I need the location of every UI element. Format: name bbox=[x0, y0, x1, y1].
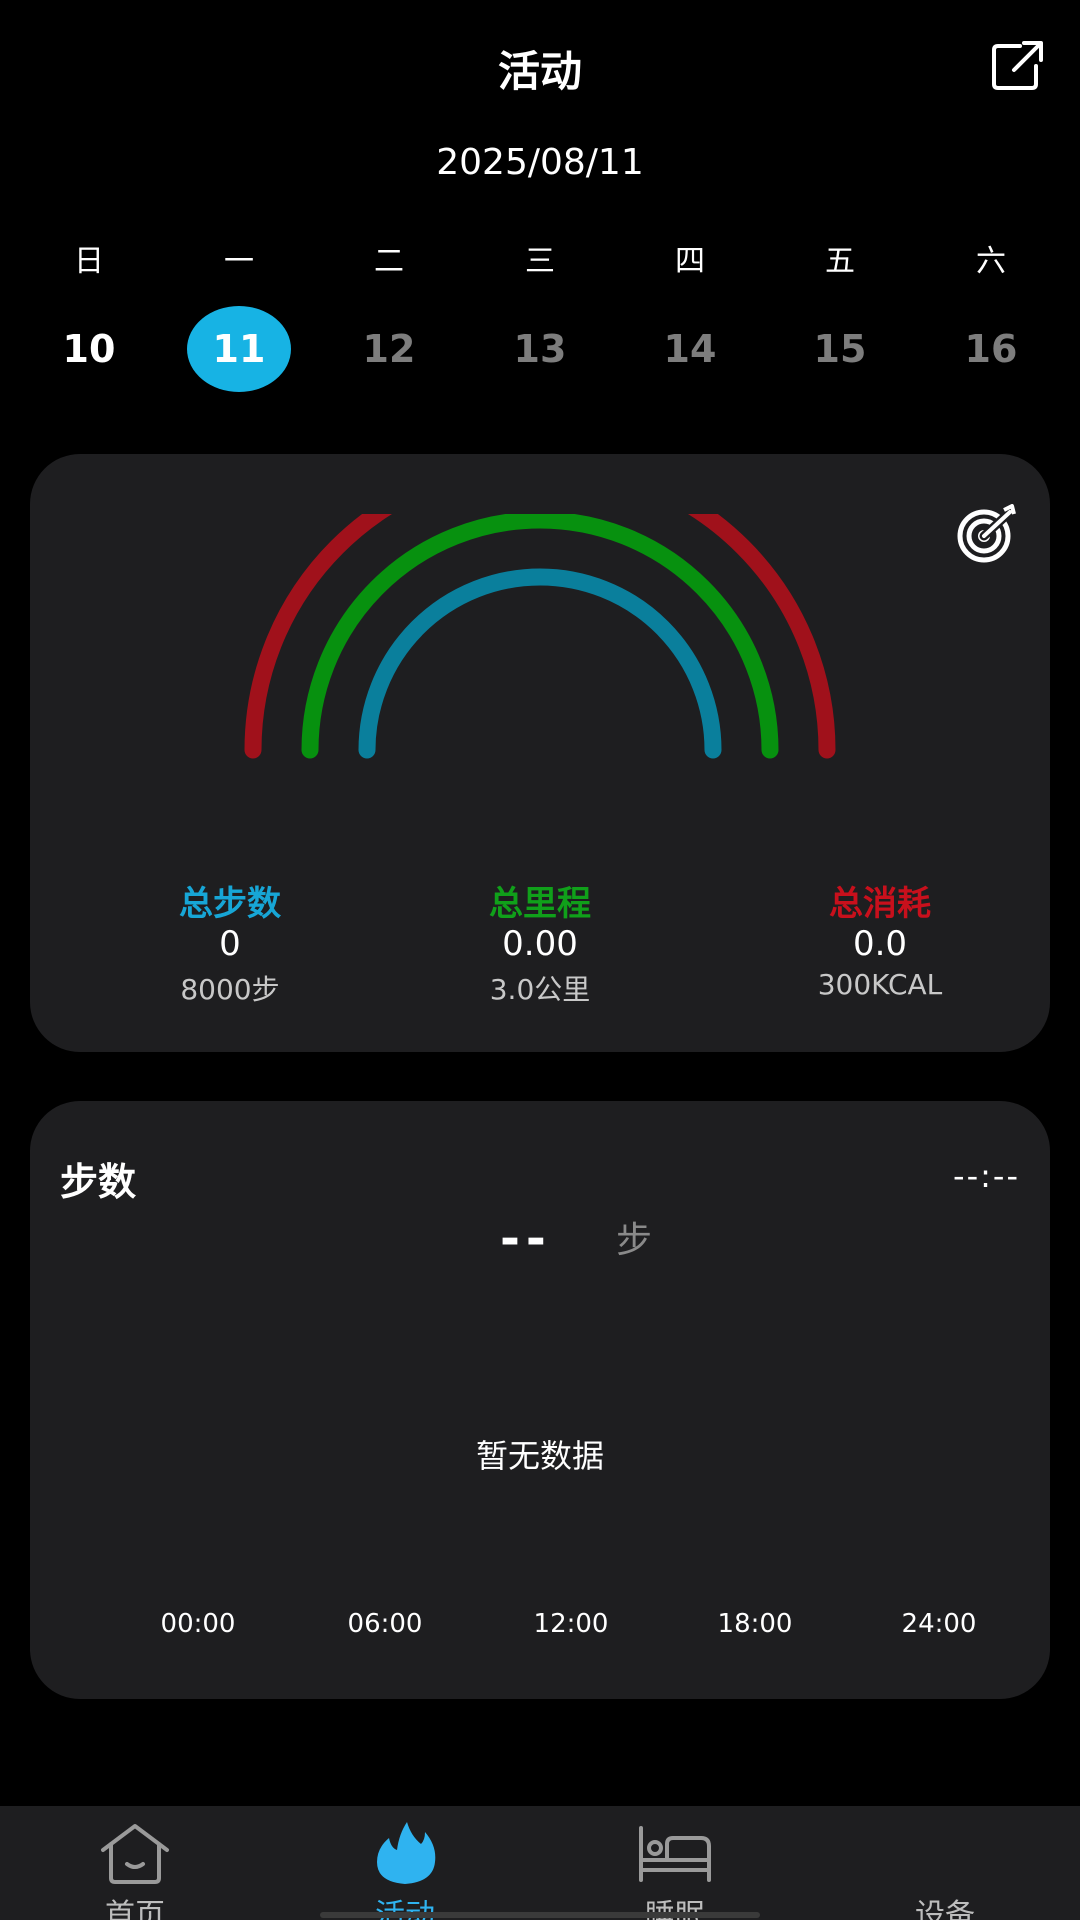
weekday-label: 六 bbox=[976, 244, 1006, 279]
stat-label: 总消耗 bbox=[829, 884, 931, 924]
weekday-label: 日 bbox=[74, 244, 104, 279]
day-number: 15 bbox=[813, 327, 867, 371]
day-number-selected: 11 bbox=[187, 306, 291, 392]
steps-card-title: 步数 bbox=[60, 1160, 137, 1204]
target-icon bbox=[957, 504, 1016, 563]
day-number: 13 bbox=[513, 327, 567, 371]
day-number: 14 bbox=[663, 327, 717, 371]
x-tick: 24:00 bbox=[901, 1609, 977, 1639]
tab-label: 首页 bbox=[105, 1898, 165, 1920]
steps-value: -- bbox=[500, 1211, 552, 1267]
x-tick: 12:00 bbox=[533, 1609, 609, 1639]
share-icon bbox=[992, 41, 1043, 90]
steps-chart-card[interactable]: 步数 --:-- -- 步 暂无数据 00:00 06:00 12:00 18:… bbox=[30, 1101, 1050, 1699]
weekday-label: 二 bbox=[374, 244, 404, 279]
tab-sleep[interactable]: 睡眠 bbox=[585, 1806, 765, 1920]
x-tick: 06:00 bbox=[347, 1609, 423, 1639]
day-number: 12 bbox=[362, 327, 416, 371]
page-title: 活动 bbox=[497, 47, 582, 96]
stat-goal: 300KCAL bbox=[817, 968, 943, 1001]
tab-activity[interactable]: 活动 bbox=[315, 1806, 495, 1920]
stat-value: 0 bbox=[219, 924, 241, 964]
stat-steps: 总步数 0 8000步 bbox=[80, 876, 380, 1008]
flame-icon bbox=[377, 1822, 436, 1884]
x-tick: 18:00 bbox=[717, 1609, 793, 1639]
selected-date[interactable]: 2025/08/11 bbox=[0, 142, 1080, 183]
stat-goal: 8000步 bbox=[180, 973, 280, 1006]
day-fri[interactable]: 五 15 bbox=[785, 240, 895, 392]
weekday-label: 一 bbox=[224, 244, 254, 279]
day-number: 10 bbox=[62, 327, 116, 371]
day-tue[interactable]: 二 12 bbox=[334, 240, 444, 392]
day-sun[interactable]: 日 10 bbox=[34, 240, 144, 392]
watch-icon bbox=[905, 1820, 985, 1886]
activity-summary-card: 总步数 0 8000步 总里程 0.00 3.0公里 总消耗 0.0 300KC… bbox=[30, 454, 1050, 1052]
steps-time: --:-- bbox=[953, 1157, 1020, 1195]
steps-unit: 步 bbox=[616, 1220, 653, 1261]
weekday-label: 三 bbox=[525, 244, 555, 279]
weekday-label: 五 bbox=[825, 244, 855, 279]
stat-goal: 3.0公里 bbox=[489, 973, 591, 1006]
tab-device[interactable]: 设备 bbox=[855, 1806, 1035, 1920]
home-icon bbox=[101, 1824, 169, 1884]
tab-label: 设备 bbox=[915, 1898, 975, 1920]
steps-ring bbox=[358, 568, 722, 759]
time-axis: 00:00 06:00 12:00 18:00 24:00 bbox=[30, 1609, 1050, 1649]
stat-distance: 总里程 0.00 3.0公里 bbox=[390, 876, 690, 1008]
week-strip: 日 10 一 11 二 12 三 13 四 14 五 15 六 16 bbox=[0, 240, 1080, 400]
tab-home[interactable]: 首页 bbox=[45, 1806, 225, 1920]
home-indicator bbox=[320, 1912, 760, 1918]
header: 活动 bbox=[0, 0, 1080, 130]
day-sat[interactable]: 六 16 bbox=[936, 240, 1046, 392]
bottom-tab-bar: 首页 活动 睡眠 设备 bbox=[0, 1806, 1080, 1920]
no-data-message: 暂无数据 bbox=[475, 1437, 604, 1475]
activity-rings bbox=[244, 514, 836, 759]
stat-calories: 总消耗 0.0 300KCAL bbox=[730, 876, 1030, 1001]
stat-value: 0.00 bbox=[502, 924, 578, 964]
day-thu[interactable]: 四 14 bbox=[635, 240, 745, 392]
weekday-label: 四 bbox=[675, 244, 705, 279]
day-mon[interactable]: 一 11 bbox=[184, 240, 294, 392]
day-number: 16 bbox=[964, 327, 1018, 371]
stat-label: 总里程 bbox=[489, 884, 591, 924]
stat-label: 总步数 bbox=[179, 884, 281, 924]
stat-value: 0.0 bbox=[852, 924, 908, 964]
share-button[interactable] bbox=[990, 40, 1046, 92]
bed-icon bbox=[639, 1826, 711, 1882]
goal-button[interactable] bbox=[954, 504, 1020, 564]
x-tick: 00:00 bbox=[160, 1609, 236, 1639]
day-wed[interactable]: 三 13 bbox=[485, 240, 595, 392]
